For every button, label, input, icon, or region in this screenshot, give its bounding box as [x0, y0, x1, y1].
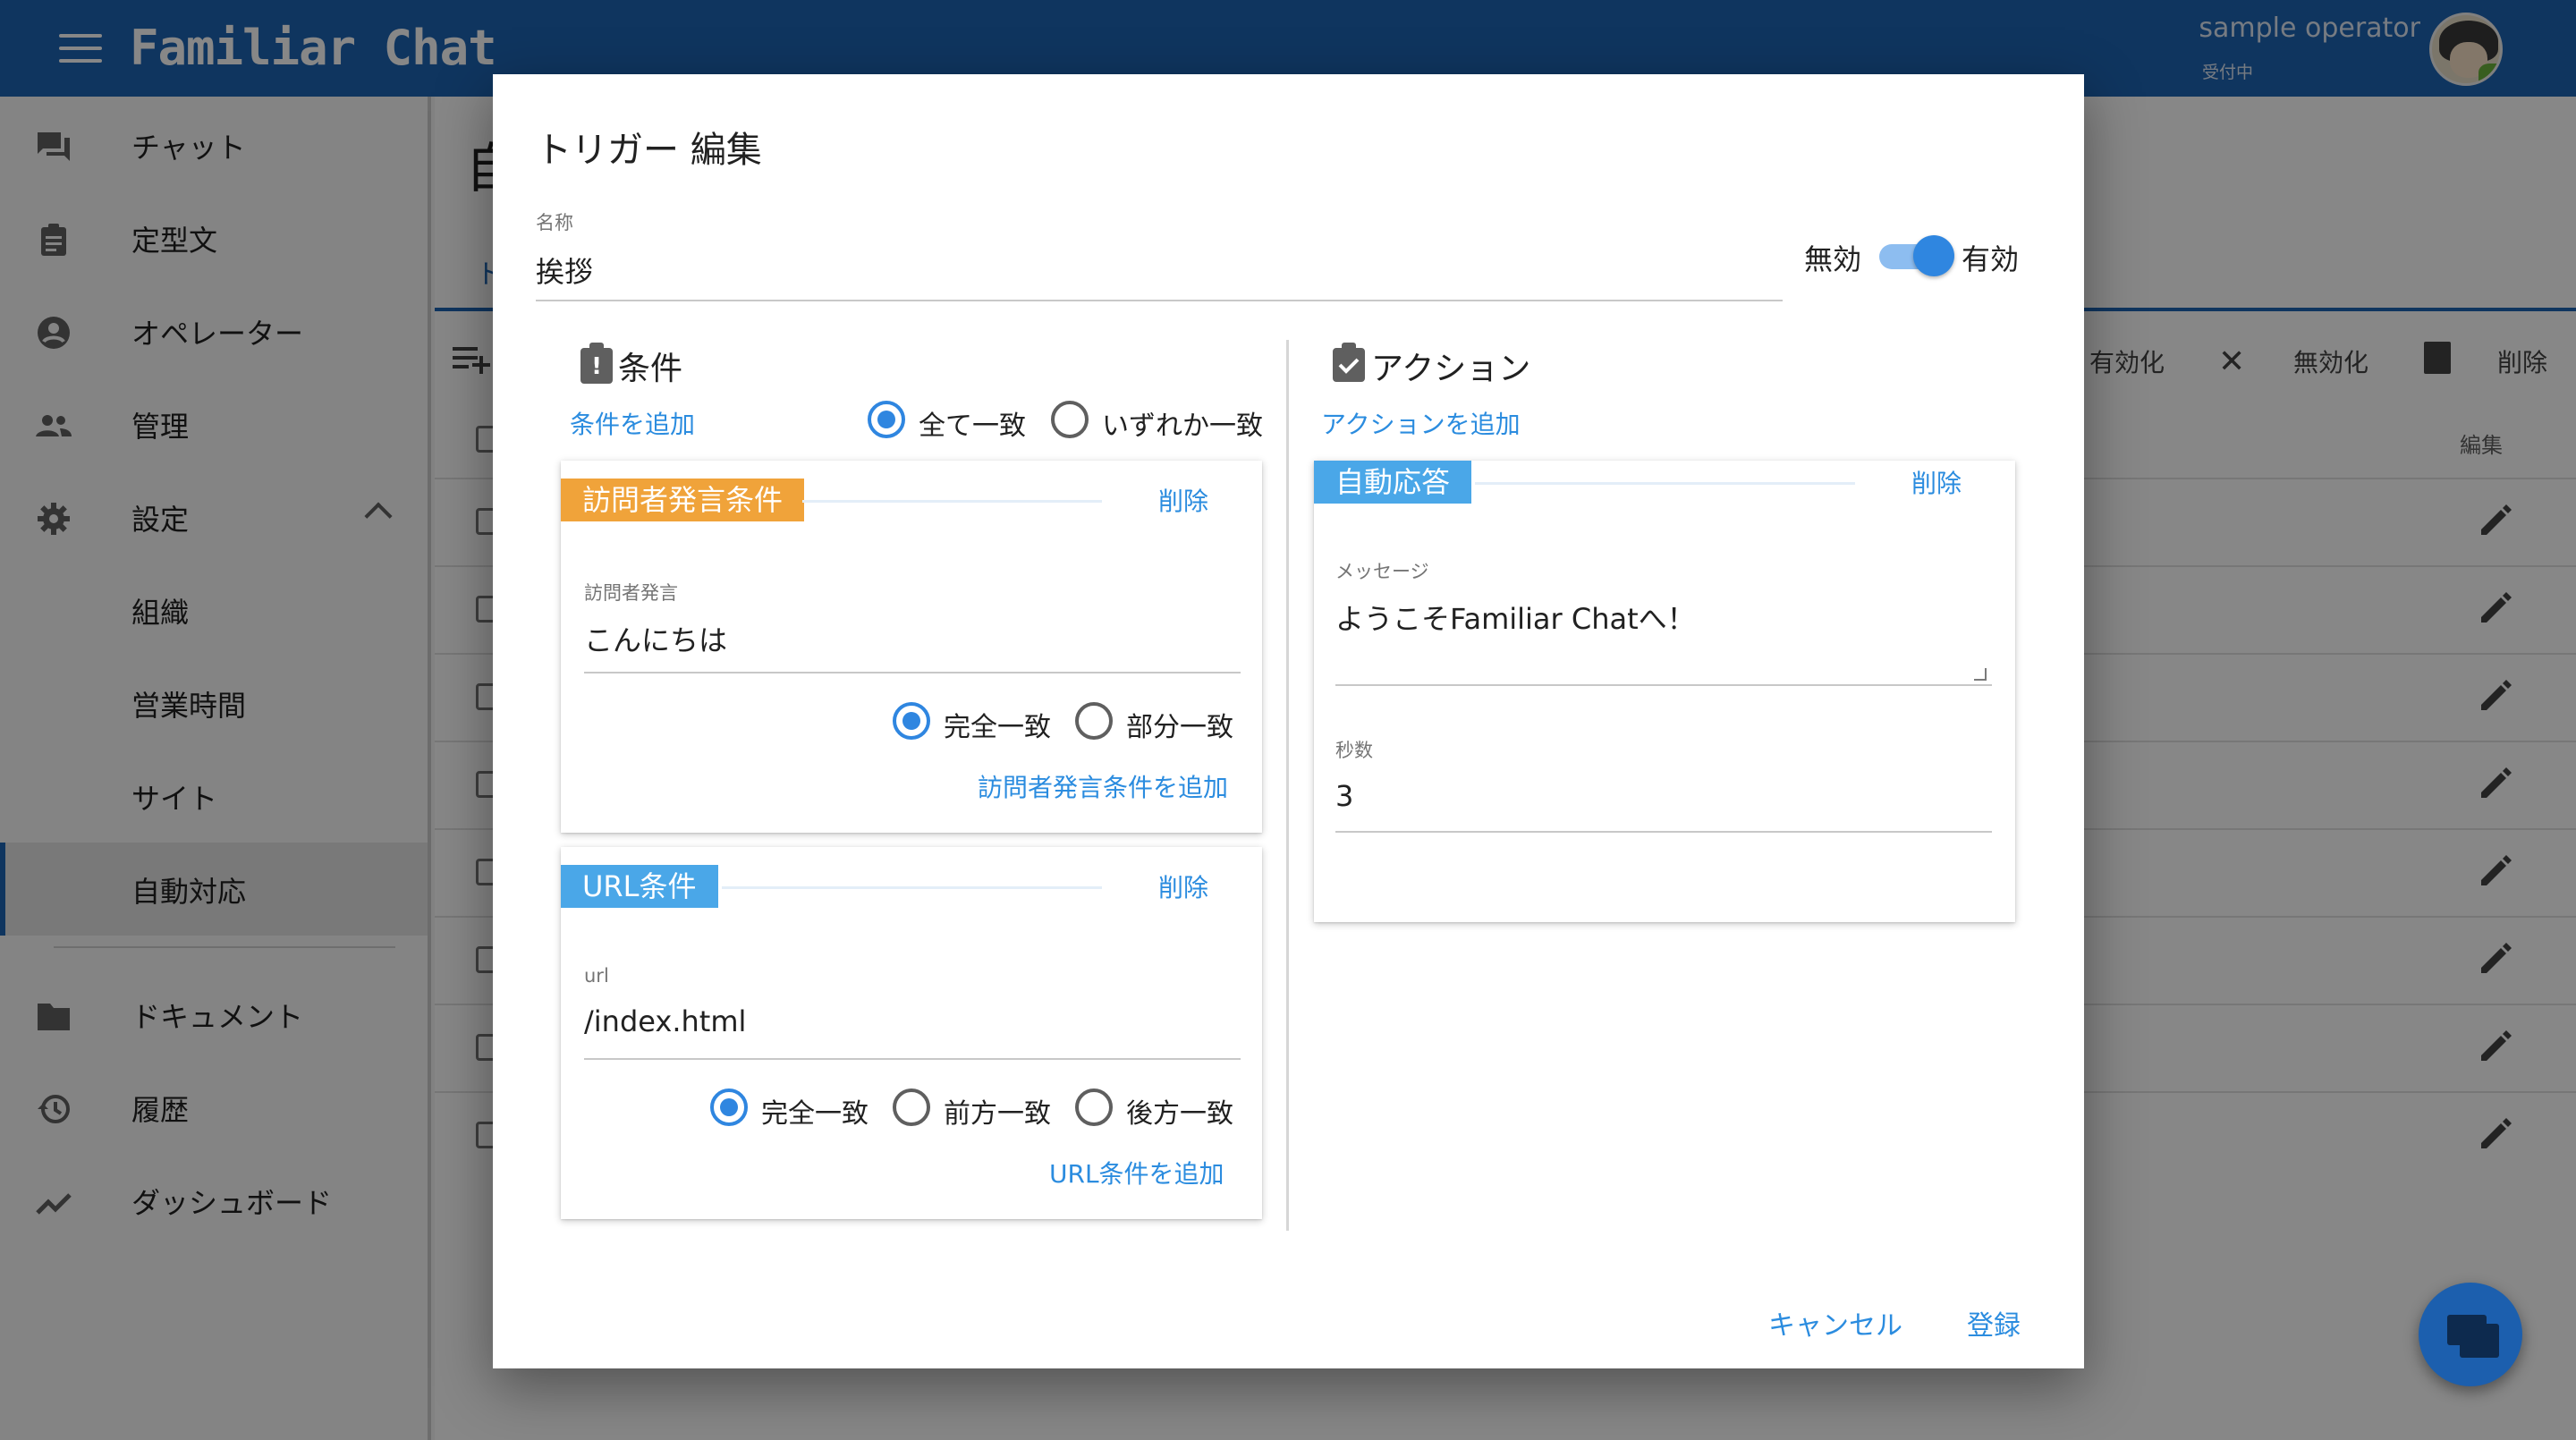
match-all-label: 全て一致	[919, 411, 1026, 442]
submit-button[interactable]: 登録	[1967, 1303, 2021, 1343]
visitor-message-field-label: 訪問者発言	[584, 582, 678, 604]
name-field-underline	[536, 300, 1783, 301]
actions-heading: アクション	[1371, 351, 1531, 387]
add-condition-link[interactable]: 条件を追加	[570, 405, 695, 441]
chip-divider	[1475, 482, 1855, 485]
visitor-message-field[interactable]: こんにちは	[584, 618, 727, 659]
add-action-link[interactable]: アクションを追加	[1321, 405, 1521, 441]
chat-fab[interactable]	[2419, 1283, 2522, 1386]
url-field[interactable]: /index.html	[584, 1004, 746, 1038]
url-field-label: url	[584, 965, 609, 987]
match-any-radio[interactable]	[1051, 401, 1089, 438]
auto-reply-action-card: 自動応答 削除 メッセージ ようこそFamiliar Chatへ！ 秒数 3	[1314, 461, 2015, 922]
url-suffix-match-radio[interactable]	[1075, 1088, 1113, 1126]
url-condition-chip: URL条件	[561, 865, 718, 908]
clipboard-alert-icon: !	[580, 343, 613, 384]
seconds-field-label: 秒数	[1335, 740, 1373, 761]
seconds-field[interactable]: 3	[1335, 779, 1353, 813]
match-any-label: いずれか一致	[1102, 411, 1263, 442]
visitor-condition-chip: 訪問者発言条件	[561, 479, 805, 521]
textarea-resize-handle[interactable]	[1974, 668, 1987, 681]
chip-divider	[802, 500, 1102, 503]
delete-url-condition-link[interactable]: 削除	[1158, 868, 1208, 904]
message-textarea[interactable]: ようこそFamiliar Chatへ！	[1335, 597, 1696, 638]
visitor-message-underline	[584, 672, 1241, 673]
visitor-message-condition-card: 訪問者発言条件 削除 訪問者発言 こんにちは 完全一致 部分一致 訪問者発言条件…	[561, 461, 1262, 833]
dialog-title: トリガー 編集	[536, 130, 762, 171]
url-field-underline	[584, 1058, 1241, 1060]
conditions-heading: 条件	[618, 351, 683, 387]
url-prefix-match-radio[interactable]	[893, 1088, 930, 1126]
name-field[interactable]: 挨拶	[536, 250, 593, 291]
column-divider	[1286, 340, 1289, 1231]
visitor-partial-match-radio[interactable]	[1075, 702, 1113, 740]
enabled-toggle-thumb[interactable]	[1913, 235, 1954, 276]
url-prefix-match-label: 前方一致	[944, 1098, 1051, 1130]
add-visitor-condition-link[interactable]: 訪問者発言条件を追加	[978, 768, 1228, 804]
toggle-on-label: 有効	[1962, 242, 2020, 276]
url-suffix-match-label: 後方一致	[1126, 1098, 1233, 1130]
chip-divider	[722, 886, 1102, 889]
delete-action-link[interactable]: 削除	[1911, 464, 1962, 500]
auto-reply-chip: 自動応答	[1314, 461, 1472, 504]
cancel-button[interactable]: キャンセル	[1768, 1303, 1902, 1343]
url-exact-match-radio[interactable]	[710, 1088, 748, 1126]
seconds-underline	[1335, 831, 1992, 833]
url-condition-card: URL条件 削除 url /index.html 完全一致 前方一致 後方一致 …	[561, 847, 1262, 1219]
visitor-partial-match-label: 部分一致	[1126, 712, 1233, 743]
url-exact-match-label: 完全一致	[761, 1098, 869, 1130]
trigger-edit-dialog: トリガー 編集 名称 挨拶 無効 有効 ! 条件 条件を追加 全て一致 いずれか…	[493, 74, 2084, 1368]
toggle-off-label: 無効	[1804, 242, 1862, 276]
visitor-exact-match-label: 完全一致	[944, 712, 1051, 743]
match-all-radio[interactable]	[868, 401, 905, 438]
add-url-condition-link[interactable]: URL条件を追加	[1049, 1155, 1224, 1190]
clipboard-check-icon	[1333, 343, 1365, 382]
visitor-exact-match-radio[interactable]	[893, 702, 930, 740]
delete-visitor-condition-link[interactable]: 削除	[1158, 482, 1208, 518]
message-underline	[1335, 684, 1992, 686]
message-field-label: メッセージ	[1335, 561, 1429, 582]
name-field-label: 名称	[536, 212, 573, 233]
